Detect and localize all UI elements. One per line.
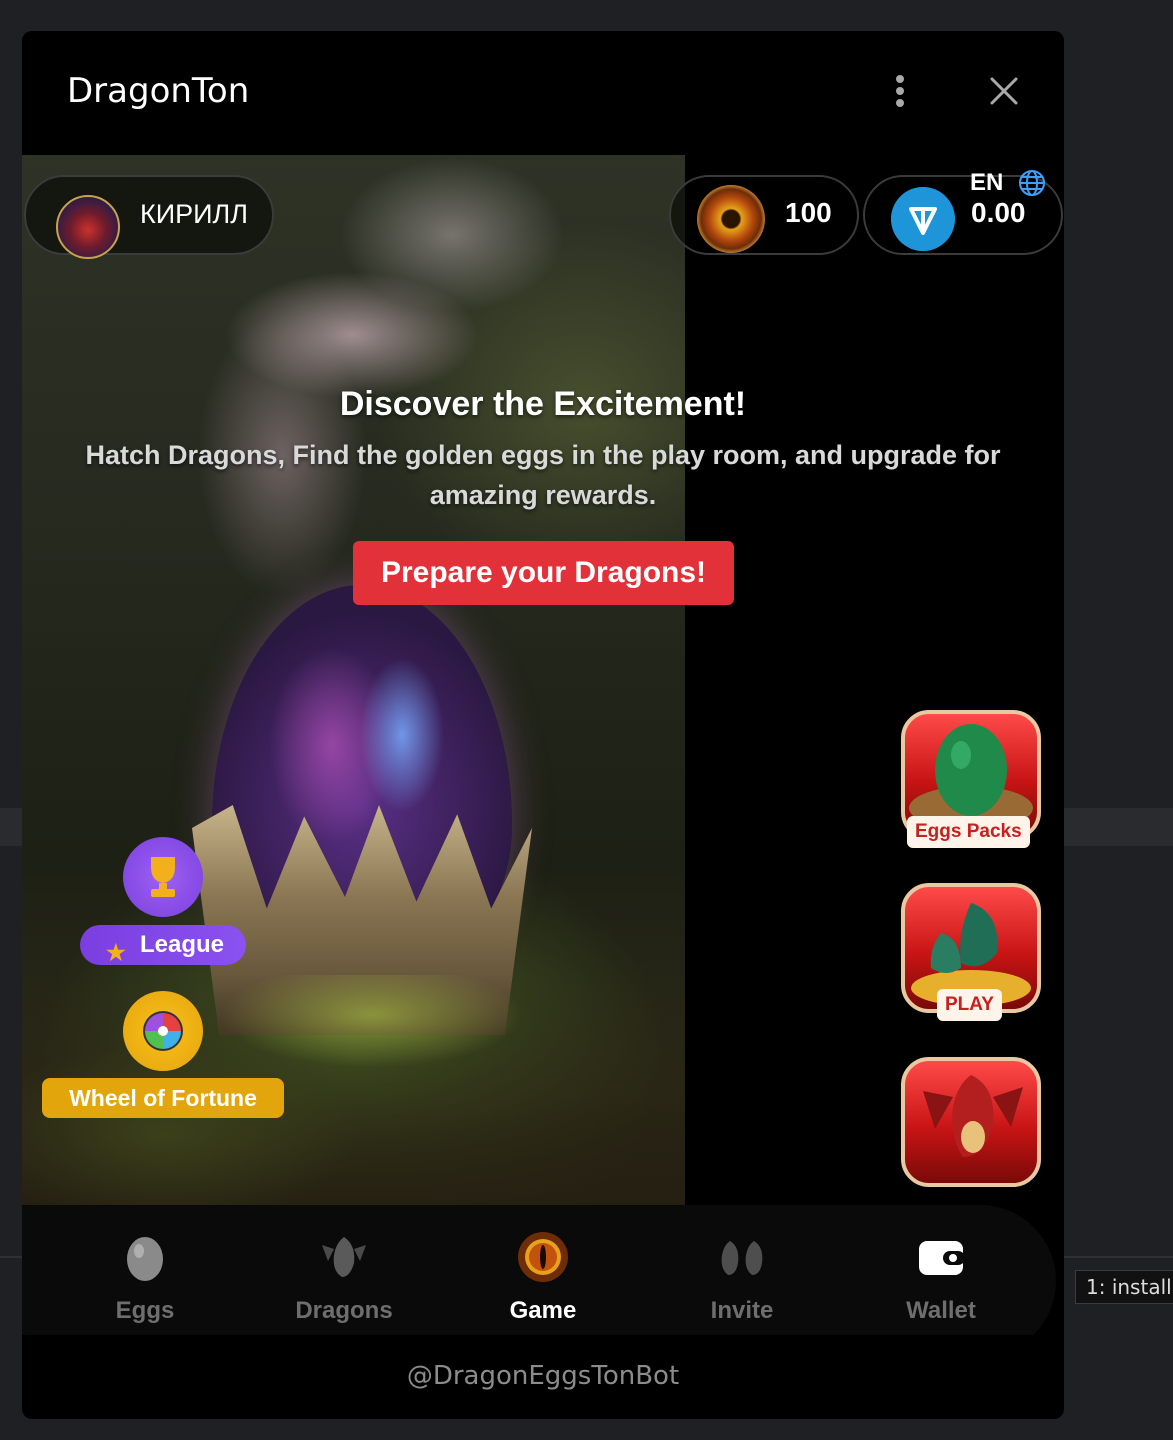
telegram-miniapp-window: DragonTon КИРИЛЛ 100 0.00 EN Discover th… xyxy=(22,31,1064,1419)
terminal-tab[interactable]: 1: install xyxy=(1075,1270,1173,1304)
wallet-icon xyxy=(919,1241,965,1275)
nav-label-wallet: Wallet xyxy=(906,1297,976,1324)
league-button[interactable] xyxy=(123,837,203,917)
play-tile[interactable]: PLAY xyxy=(901,883,1041,1021)
bot-handle: @DragonEggsTonBot xyxy=(406,1361,680,1391)
nav-label-dragons: Dragons xyxy=(295,1297,393,1324)
language-selector[interactable]: EN xyxy=(970,169,1003,197)
dragons-pair-icon xyxy=(721,1241,763,1275)
dragon-eye-icon xyxy=(518,1232,568,1282)
trophy-icon xyxy=(151,857,175,897)
hero-subtitle: Hatch Dragons, Find the golden eggs in t… xyxy=(85,440,1001,510)
wheel-of-fortune-button[interactable] xyxy=(123,991,203,1071)
more-menu-icon[interactable] xyxy=(892,75,908,111)
game-screen: КИРИЛЛ 100 0.00 EN Discover the Exciteme… xyxy=(22,155,1064,1335)
coin-balance: 100 xyxy=(785,197,832,228)
bottom-navigation: Eggs Dragons Game Invite Wallet xyxy=(22,1205,1056,1335)
nav-item-invite[interactable]: Invite xyxy=(672,1231,812,1325)
avatar xyxy=(56,195,120,259)
wheel-icon xyxy=(143,1011,183,1051)
hero-title: Discover the Excitement! xyxy=(339,385,747,423)
dragon-eye-coin-icon xyxy=(697,185,765,253)
league-label[interactable]: ★ League xyxy=(80,925,246,965)
red-dragon-icon xyxy=(923,1075,1023,1157)
play-label: PLAY xyxy=(937,989,1002,1021)
globe-icon[interactable] xyxy=(1018,169,1046,197)
egg-forest-background xyxy=(22,155,685,1335)
user-name: КИРИЛЛ xyxy=(140,199,248,229)
trophy-small-icon: ★ xyxy=(106,940,126,965)
coin-balance-pill[interactable]: 100 xyxy=(669,175,859,255)
ton-icon xyxy=(891,187,955,251)
league-text: League xyxy=(140,931,225,958)
window-titlebar: DragonTon xyxy=(22,31,1064,155)
ton-balance: 0.00 xyxy=(971,197,1026,228)
eggs-packs-label: Eggs Packs xyxy=(907,816,1030,848)
red-dragon-tile[interactable] xyxy=(901,1057,1041,1187)
nav-label-game: Game xyxy=(509,1297,577,1324)
nav-item-dragons[interactable]: Dragons xyxy=(274,1231,414,1325)
nav-item-eggs[interactable]: Eggs xyxy=(75,1231,215,1325)
user-profile-pill[interactable]: КИРИЛЛ xyxy=(24,175,274,259)
nav-item-game[interactable]: Game xyxy=(473,1231,613,1325)
close-icon[interactable] xyxy=(988,75,1020,107)
wheel-of-fortune-label[interactable]: Wheel of Fortune xyxy=(42,1078,284,1118)
egg-icon xyxy=(127,1237,163,1281)
nav-item-wallet[interactable]: Wallet xyxy=(871,1231,1011,1325)
eggs-packs-tile[interactable]: Eggs Packs xyxy=(901,710,1041,848)
nav-label-eggs: Eggs xyxy=(115,1297,175,1324)
prepare-dragons-button[interactable]: Prepare your Dragons! xyxy=(353,541,734,605)
window-title: DragonTon xyxy=(67,71,250,111)
dragon-icon xyxy=(322,1237,366,1277)
nav-label-invite: Invite xyxy=(710,1297,774,1324)
